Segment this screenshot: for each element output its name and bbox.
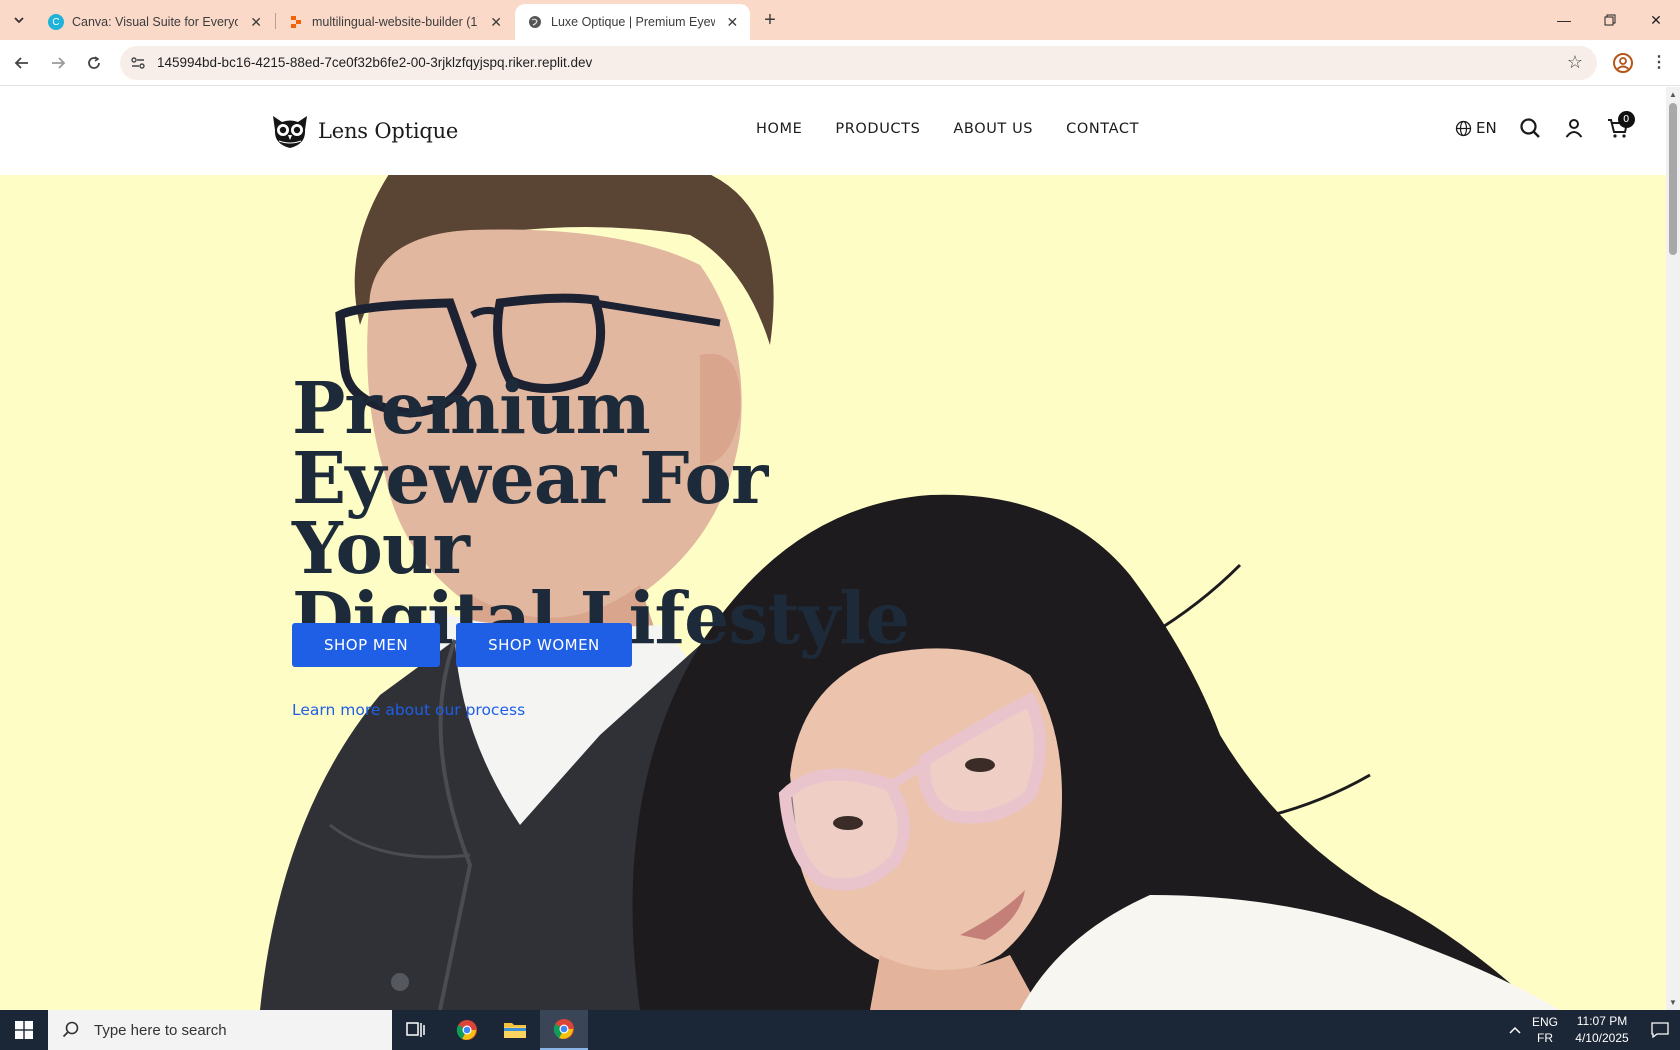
tab-canva[interactable]: C Canva: Visual Suite for Everyone ✕ bbox=[36, 4, 274, 40]
scroll-down-arrow-icon[interactable]: ▼ bbox=[1669, 998, 1677, 1007]
back-button[interactable] bbox=[9, 50, 35, 76]
scrollbar-thumb[interactable] bbox=[1669, 103, 1677, 255]
hero-heading-line: Eyewear For Your bbox=[292, 436, 768, 590]
nav-about-us[interactable]: ABOUT US bbox=[953, 121, 1033, 137]
owl-logo-icon bbox=[273, 116, 307, 148]
learn-more-link[interactable]: Learn more about our process bbox=[292, 701, 525, 719]
minimize-icon[interactable]: — bbox=[1542, 0, 1586, 40]
clock[interactable]: 11:07 PM 4/10/2025 bbox=[1564, 1010, 1640, 1050]
cart-button[interactable]: 0 bbox=[1607, 111, 1635, 139]
forward-button[interactable] bbox=[45, 50, 71, 76]
language-primary: ENG bbox=[1531, 1015, 1558, 1029]
hero-section: Premium Eyewear For Your Digital Lifesty… bbox=[0, 175, 1666, 1010]
folder-icon bbox=[504, 1023, 526, 1038]
start-button[interactable] bbox=[0, 1010, 48, 1050]
input-language-indicator[interactable]: ENG FR bbox=[1530, 1010, 1560, 1050]
language-secondary: FR bbox=[1537, 1031, 1553, 1045]
chrome-icon bbox=[553, 1019, 574, 1039]
globe-icon bbox=[527, 14, 543, 30]
site-logo[interactable]: Lens Optique bbox=[270, 111, 458, 151]
search-icon bbox=[62, 1021, 79, 1038]
header-tools: EN 0 bbox=[1455, 111, 1635, 139]
tab-luxe-optique[interactable]: Luxe Optique | Premium Eyewear ✕ bbox=[515, 4, 750, 40]
new-tab-button[interactable]: + bbox=[757, 8, 783, 34]
search-icon bbox=[1520, 118, 1540, 138]
taskbar-file-explorer[interactable] bbox=[491, 1010, 539, 1050]
replit-icon bbox=[288, 14, 304, 30]
user-icon bbox=[1565, 119, 1583, 138]
close-window-icon[interactable]: ✕ bbox=[1634, 0, 1678, 40]
bookmark-star-icon[interactable]: ☆ bbox=[1567, 52, 1583, 73]
brand-name: Lens Optique bbox=[318, 119, 459, 143]
arrow-left-icon bbox=[14, 57, 28, 69]
scroll-up-arrow-icon[interactable]: ▲ bbox=[1669, 90, 1677, 99]
cart-count-badge: 0 bbox=[1617, 111, 1635, 128]
url-text[interactable]: 145994bd-bc16-4215-88ed-7ce0f32b6fe2-00-… bbox=[157, 55, 592, 70]
search-button[interactable] bbox=[1519, 117, 1541, 139]
chevron-down-icon bbox=[14, 17, 24, 24]
hero-heading: Premium Eyewear For Your Digital Lifesty… bbox=[292, 366, 912, 654]
browser-tab-strip: C Canva: Visual Suite for Everyone ✕ mul… bbox=[0, 0, 1680, 40]
close-tab-icon[interactable]: ✕ bbox=[725, 14, 740, 31]
address-bar[interactable]: 145994bd-bc16-4215-88ed-7ce0f32b6fe2-00-… bbox=[120, 46, 1597, 80]
nav-contact[interactable]: CONTACT bbox=[1066, 121, 1139, 137]
shop-women-button[interactable]: SHOP WOMEN bbox=[456, 623, 632, 667]
tab-replit[interactable]: multilingual-website-builder (1) ✕ bbox=[276, 4, 514, 40]
clock-time: 11:07 PM bbox=[1576, 1014, 1628, 1028]
profile-button[interactable] bbox=[1612, 52, 1634, 74]
chrome-icon bbox=[456, 1020, 477, 1040]
taskbar-search-box[interactable]: Type here to search bbox=[48, 1010, 392, 1050]
reload-button[interactable] bbox=[81, 50, 107, 76]
notifications-button[interactable] bbox=[1640, 1010, 1680, 1050]
nav-home[interactable]: HOME bbox=[756, 121, 802, 137]
globe-icon bbox=[1455, 120, 1472, 136]
task-view-button[interactable] bbox=[392, 1010, 440, 1050]
restore-icon[interactable] bbox=[1588, 0, 1632, 40]
chevron-up-icon bbox=[1509, 1026, 1521, 1034]
windows-logo-icon bbox=[15, 1021, 33, 1039]
tab-search-button[interactable] bbox=[6, 7, 32, 33]
browser-toolbar: 145994bd-bc16-4215-88ed-7ce0f32b6fe2-00-… bbox=[0, 40, 1680, 86]
site-header: Lens Optique HOME PRODUCTS ABOUT US CONT… bbox=[0, 87, 1666, 175]
arrow-right-icon bbox=[52, 57, 66, 69]
page-viewport: Lens Optique HOME PRODUCTS ABOUT US CONT… bbox=[0, 87, 1666, 1010]
notification-icon bbox=[1651, 1022, 1669, 1038]
windows-taskbar: Type here to search ENG FR 11:07 PM 4/10… bbox=[0, 1010, 1680, 1050]
close-tab-icon[interactable]: ✕ bbox=[248, 14, 264, 31]
taskbar-search-placeholder: Type here to search bbox=[94, 1021, 227, 1039]
shop-men-button[interactable]: SHOP MEN bbox=[292, 623, 441, 667]
hero-buttons: SHOP MEN SHOP WOMEN bbox=[292, 623, 648, 667]
account-button[interactable] bbox=[1563, 117, 1585, 139]
taskbar-chrome-app[interactable] bbox=[443, 1010, 491, 1050]
profile-icon bbox=[1613, 53, 1633, 73]
nav-products[interactable]: PRODUCTS bbox=[835, 121, 920, 137]
language-selector[interactable]: EN bbox=[1455, 119, 1497, 137]
browser-menu-icon[interactable]: ⋮ bbox=[1648, 52, 1670, 74]
clock-date: 4/10/2025 bbox=[1575, 1031, 1629, 1045]
task-view-icon bbox=[406, 1022, 425, 1037]
show-hidden-icons-button[interactable] bbox=[1502, 1010, 1528, 1050]
reload-icon bbox=[88, 56, 100, 69]
page-scrollbar[interactable]: ▲ ▼ bbox=[1666, 87, 1680, 1010]
close-tab-icon[interactable]: ✕ bbox=[488, 14, 504, 31]
hero-heading-line: Premium bbox=[292, 366, 651, 450]
site-info-icon[interactable] bbox=[130, 55, 146, 71]
canva-icon: C bbox=[48, 14, 64, 30]
taskbar-chrome-active[interactable] bbox=[540, 1010, 588, 1050]
main-navigation: HOME PRODUCTS ABOUT US CONTACT bbox=[756, 121, 1172, 137]
language-code: EN bbox=[1476, 119, 1497, 137]
